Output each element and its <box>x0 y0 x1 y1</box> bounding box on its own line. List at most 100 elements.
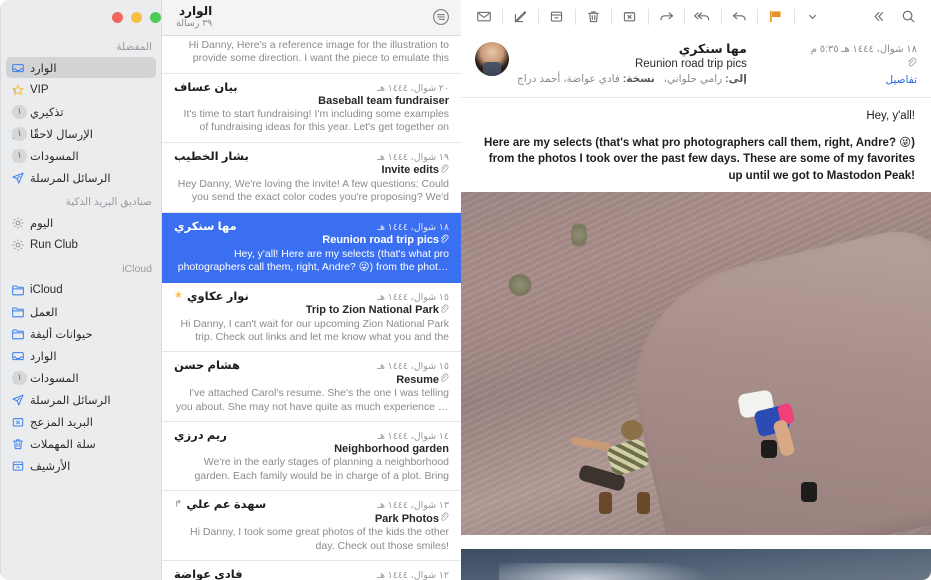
sidebar-item-icloud[interactable]: iCloud <box>6 279 156 300</box>
photo-person-a-shirt <box>605 436 651 478</box>
attached-photo-rocks[interactable] <box>461 192 931 537</box>
message-list-header: الوارد ٣٩ رسالة <box>162 0 461 36</box>
message-preview: Hey Danny, We're loving the invite! A fe… <box>177 177 449 204</box>
message-body: Hey, y'all! Here are my selects (that's … <box>461 98 931 580</box>
photo-person-a-boot <box>599 492 612 515</box>
archive-icon <box>10 458 25 473</box>
flag-star-icon: ★ <box>174 290 183 301</box>
message-preview: Hi Danny, Here's a reference image for t… <box>188 39 449 65</box>
message-list-item[interactable]: Hi Danny, Here's a reference image for t… <box>162 36 461 74</box>
sidebar-item-label: اليوم <box>30 217 54 230</box>
message-rows[interactable]: Hi Danny, Here's a reference image for t… <box>162 36 461 580</box>
toolbar-divider <box>720 8 722 25</box>
message-sender: بشار الخطيب <box>174 149 249 163</box>
message-sender: بيان عساف <box>174 80 238 94</box>
compose-icon[interactable] <box>506 4 536 30</box>
message-sender-name: ريم درزي <box>174 430 227 443</box>
recipients-line: إلى: رامي حلواني، نسخة: فادي عواضة، أحمد… <box>517 73 747 86</box>
chevron-left-icon[interactable]: ‹ <box>13 85 16 95</box>
search-icon[interactable] <box>893 4 923 30</box>
mail-icon[interactable] <box>469 4 499 30</box>
paperclip-icon <box>439 234 449 247</box>
message-preview: I've attached Carol's resume. She's the … <box>175 387 449 413</box>
sidebar-item-label: Run Club <box>30 238 78 251</box>
minimize-button[interactable] <box>131 11 142 23</box>
sidebar-item-run-club[interactable]: Run Club <box>6 234 156 255</box>
chevron-down-icon[interactable] <box>798 4 828 30</box>
reply-icon[interactable] <box>725 4 755 30</box>
flag-icon[interactable] <box>761 4 791 30</box>
sidebar: المفضلة الوارد ‹ VIP ١ تذكيري ١ الإرسال لاحقًا ١… <box>0 0 161 580</box>
cc-value[interactable]: فادي عواضة، أحمد دراج <box>517 73 620 85</box>
sidebar-item-الرسائل-المرسلة[interactable]: الرسائل المرسلة <box>6 167 156 188</box>
message-list-item[interactable]: ١٣ شوال، ١٤٤٤ هـ سهدة عم علي ↱ Park Photos H… <box>162 491 461 561</box>
junk-icon[interactable] <box>615 4 645 30</box>
message-subject: Invite edits <box>381 164 439 177</box>
sidebar-item-حيوانات-أليفة[interactable]: حيوانات أليفة <box>6 323 156 344</box>
reply-all-icon[interactable] <box>688 4 718 30</box>
sidebar-section-title: iCloud <box>122 263 152 275</box>
cc-label: نسخة: <box>622 73 655 86</box>
message-list-item[interactable]: ١٥ شوال، ١٤٤٤ هـ نوار عكاوي ★ Trip to Zion … <box>162 283 461 353</box>
unread-badge: ١ <box>12 104 27 119</box>
close-button[interactable] <box>112 11 123 23</box>
archive-icon[interactable] <box>542 4 572 30</box>
sidebar-item-الإرسال-لاحقًا[interactable]: ١ الإرسال لاحقًا <box>6 123 156 144</box>
message-date: ١٤ شوال، ١٤٤٤ هـ <box>377 431 449 443</box>
to-value[interactable]: رامي حلواني، <box>664 73 723 85</box>
avatar <box>475 42 509 76</box>
message-list-item[interactable]: ١٤ شوال، ١٤٤٤ هـ ريم درزي Neighborhood gar… <box>162 422 461 492</box>
sidebar-item-الوارد[interactable]: الوارد <box>6 57 156 78</box>
sidebar-item-العمل[interactable]: العمل <box>6 301 156 322</box>
folder-icon <box>10 326 25 341</box>
photo-person-a-hair <box>621 420 643 441</box>
message-sender: سهدة عم علي ↱ <box>174 497 266 512</box>
sidebar-sections: المفضلة الوارد ‹ VIP ١ تذكيري ١ الإرسال لاحقًا ١… <box>1 34 161 580</box>
sidebar-item-vip[interactable]: ‹ VIP <box>6 79 156 100</box>
sidebar-item-تذكيري[interactable]: ١ تذكيري <box>6 101 156 122</box>
message-date: ١٢ شوال، ١٤٤٤ هـ <box>377 570 449 580</box>
collapse-icon[interactable] <box>864 4 894 30</box>
sidebar-item-اليوم[interactable]: اليوم <box>6 212 156 233</box>
message-preview: We're in the early stages of planning a … <box>194 456 449 482</box>
mailbox-title: الوارد <box>178 4 213 19</box>
attached-photo-sky[interactable] <box>461 549 931 580</box>
sidebar-item-الوارد[interactable]: الوارد <box>6 345 156 366</box>
message-date: ١٨ شوال، ١٤٤٤ هـ <box>377 221 449 233</box>
message-subject: Neighborhood garden <box>334 443 449 456</box>
delete-icon[interactable] <box>579 4 609 30</box>
unread-badge: ١ <box>12 126 27 141</box>
message-list-item[interactable]: ١٢ شوال، ١٤٤٤ هـفادي عواضةSend photos pl… <box>162 561 461 580</box>
trash-icon <box>10 436 25 451</box>
message-list-item[interactable]: ١٩ شوال، ١٤٤٤ هـ بشار الخطيب Invite edits H… <box>162 143 461 213</box>
sidebar-section-title: المفضلة <box>116 41 152 53</box>
reading-pane: مها سنكري Reunion road trip pics إلى: را… <box>461 0 931 580</box>
mail-window: مها سنكري Reunion road trip pics إلى: را… <box>0 0 931 580</box>
sidebar-item-label: حيوانات أليفة <box>30 328 93 341</box>
forward-icon[interactable] <box>652 4 682 30</box>
zoom-button[interactable] <box>150 11 161 23</box>
photo-person-a-arm <box>570 436 612 452</box>
message-list-item[interactable]: ٢٠ شوال، ١٤٤٤ هـ بيان عساف Baseball team f… <box>162 74 461 143</box>
message-list-item[interactable]: ١٨ شوال، ١٤٤٤ هـ مها سنكري Reunion road tr… <box>162 212 461 283</box>
message-sender-name: بشار الخطيب <box>174 150 249 163</box>
sidebar-item-المسودات[interactable]: ١ المسودات <box>6 367 156 388</box>
photo-person-a-boot <box>637 492 650 515</box>
sidebar-item-المسودات[interactable]: ١ المسودات <box>6 145 156 166</box>
sort-list-icon[interactable] <box>431 8 450 27</box>
sidebar-item-label: سلة المهملات <box>30 438 96 451</box>
details-link[interactable]: تفاصيل <box>811 73 917 89</box>
sidebar-item-الرسائل-المرسلة[interactable]: الرسائل المرسلة <box>6 389 156 410</box>
sidebar-item-سلة-المهملات[interactable]: سلة المهملات <box>6 433 156 454</box>
sidebar-item-الأرشيف[interactable]: الأرشيف <box>6 455 156 476</box>
sidebar-item-البريد-المزعج[interactable]: البريد المزعج <box>6 411 156 432</box>
message-sender-name: هشام حسن <box>174 360 240 373</box>
photo-person-b-boot <box>761 440 777 459</box>
message-meta: ١٨ شوال، ١٤٤٤ هـ ٥:٣٥ م تفاصيل <box>811 42 917 89</box>
message-sender-name: فادي عواضة <box>174 569 243 580</box>
message-list-item[interactable]: ١٥ شوال، ١٤٤٤ هـ هشام حسن Resume I've attac… <box>162 352 461 423</box>
sidebar-item-label: تذكيري <box>30 106 64 119</box>
toolbar-divider <box>684 8 686 25</box>
message-preview: Hi Danny, I took some great photos of th… <box>190 526 449 552</box>
paperclip-icon <box>439 304 449 317</box>
